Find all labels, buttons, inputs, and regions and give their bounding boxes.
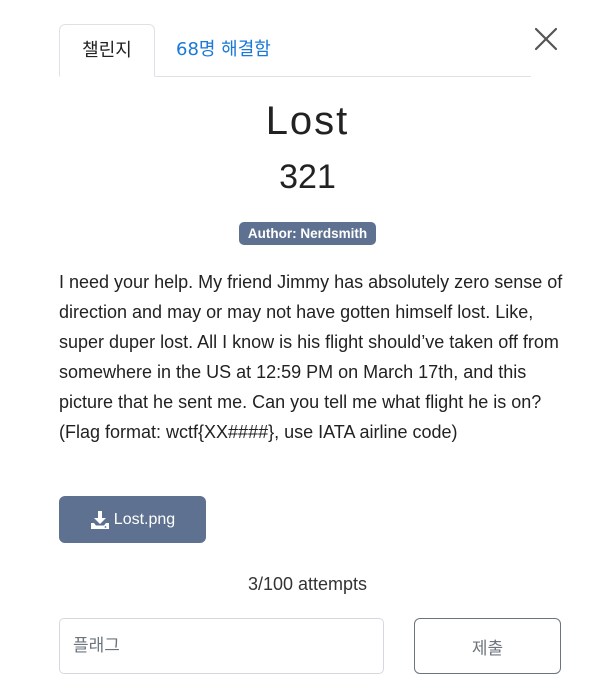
attempts-counter: 3/100 attempts [247, 574, 368, 594]
tab-solves[interactable]: 68명 해결함 [176, 24, 271, 76]
submit-button[interactable]: 제출 [414, 618, 561, 674]
close-icon [534, 27, 558, 51]
author-badge-wrap: Author: Nerdsmith [0, 222, 615, 245]
challenge-name: Lost [265, 99, 350, 143]
challenge-description: I need your help. My friend Jimmy has ab… [59, 272, 563, 442]
close-button[interactable] [531, 24, 561, 54]
download-icon [90, 510, 109, 529]
challenge-points: 321 [279, 158, 336, 196]
flag-input[interactable] [59, 618, 384, 674]
author-badge: Author: Nerdsmith [238, 222, 377, 245]
download-file-button[interactable]: Lost.png [59, 496, 206, 543]
challenge-tabs: 챌린지 68명 해결함 [59, 24, 531, 77]
file-name: Lost.png [113, 510, 176, 528]
tab-challenge[interactable]: 챌린지 [59, 24, 155, 77]
challenge-modal: 챌린지 68명 해결함 Lost 321 Author: Nerdsmith I… [0, 0, 615, 697]
